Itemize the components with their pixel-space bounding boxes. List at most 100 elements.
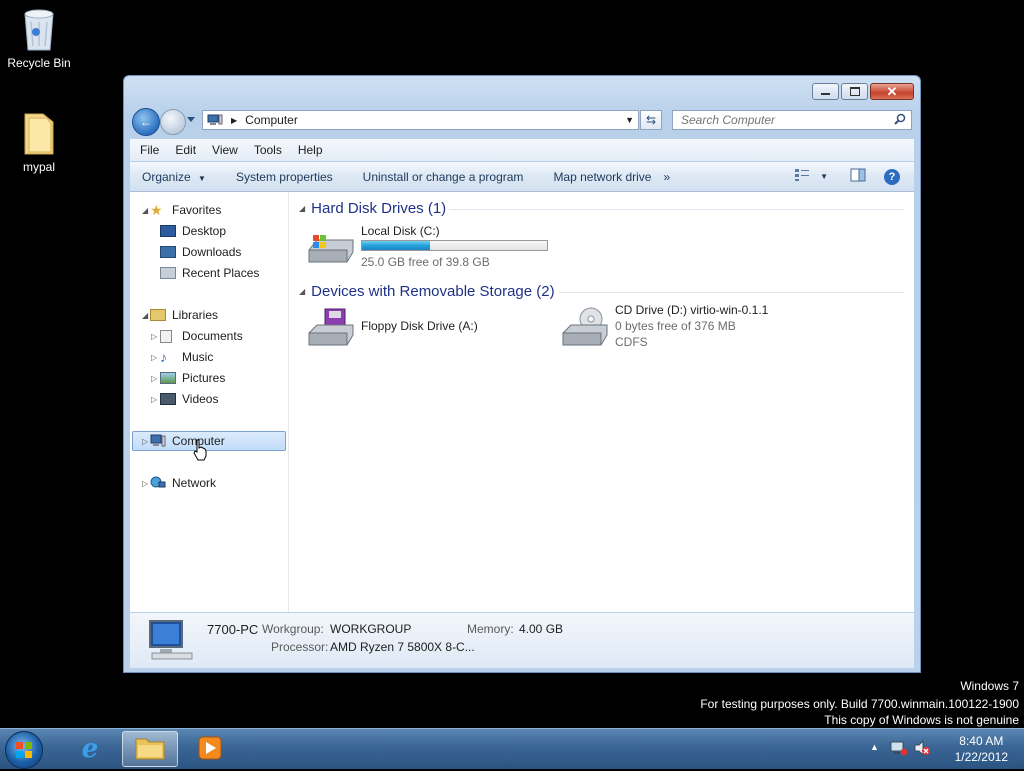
nav-documents[interactable]: Documents bbox=[160, 326, 243, 346]
expand-arrow-icon[interactable]: ▷ bbox=[151, 395, 157, 404]
menu-view[interactable]: View bbox=[212, 143, 238, 157]
volume-muted-icon[interactable] bbox=[913, 739, 931, 759]
expand-arrow-icon[interactable]: ▷ bbox=[151, 353, 157, 362]
expand-arrow-icon[interactable]: ▷ bbox=[151, 332, 157, 341]
expand-arrow-icon[interactable]: ▷ bbox=[151, 374, 157, 383]
memory-label: Memory: bbox=[467, 622, 514, 636]
desktop-icon-mypal[interactable]: mypal bbox=[0, 110, 79, 174]
computer-large-icon bbox=[148, 619, 194, 664]
taskbar-internet-explorer[interactable]: e bbox=[62, 731, 118, 767]
explorer-window: ✕ ← ▶ Computer ▼ ⇆ File Edit View bbox=[123, 75, 921, 673]
collapse-arrow-icon: ◢ bbox=[299, 287, 306, 296]
uninstall-program-button[interactable]: Uninstall or change a program bbox=[363, 170, 524, 184]
help-button[interactable]: ? bbox=[884, 168, 900, 185]
maximize-button[interactable] bbox=[841, 83, 868, 100]
nav-network[interactable]: Network bbox=[150, 473, 216, 493]
start-button[interactable] bbox=[5, 731, 43, 769]
watermark-line-1: Windows 7 bbox=[960, 679, 1019, 693]
videos-icon bbox=[160, 393, 176, 405]
computer-icon bbox=[207, 114, 223, 126]
nav-computer[interactable]: Computer bbox=[150, 431, 225, 451]
hard-drive-icon bbox=[307, 232, 355, 267]
breadcrumb-computer[interactable]: Computer bbox=[245, 113, 298, 127]
nav-pictures[interactable]: Pictures bbox=[160, 368, 225, 388]
desktop-icon-recycle-bin[interactable]: Recycle Bin bbox=[0, 8, 79, 70]
breadcrumb-separator-icon[interactable]: ▶ bbox=[231, 116, 237, 125]
desktop-icon-label: Recycle Bin bbox=[7, 56, 71, 70]
group-title: Hard Disk Drives (1) bbox=[311, 200, 447, 217]
search-input[interactable] bbox=[679, 112, 893, 128]
map-network-drive-button[interactable]: Map network drive bbox=[553, 170, 651, 184]
nav-label: Documents bbox=[182, 329, 243, 343]
star-icon: ★ bbox=[150, 202, 163, 218]
recent-places-icon bbox=[160, 267, 176, 279]
change-view-button[interactable]: ▼ bbox=[794, 168, 828, 185]
nav-videos[interactable]: Videos bbox=[160, 389, 218, 409]
libraries-icon bbox=[150, 309, 166, 321]
expand-arrow-icon[interactable]: ▷ bbox=[142, 479, 148, 488]
desktop-icon-label: mypal bbox=[22, 160, 55, 174]
menu-help[interactable]: Help bbox=[298, 143, 323, 157]
search-box[interactable] bbox=[672, 110, 912, 130]
main-pane: ◢ Hard Disk Drives (1) Local Disk (C:) 2… bbox=[289, 192, 914, 612]
drive-free-space: 0 bytes free of 376 MB bbox=[615, 319, 736, 333]
minimize-button[interactable] bbox=[812, 83, 839, 100]
search-icon[interactable] bbox=[894, 113, 906, 128]
recent-pages-dropdown[interactable] bbox=[187, 117, 195, 122]
drive-usage-fill bbox=[362, 241, 431, 250]
workgroup-label: Workgroup: bbox=[262, 622, 324, 636]
network-status-icon[interactable] bbox=[890, 740, 908, 759]
organize-label: Organize bbox=[142, 169, 191, 184]
refresh-icon: ⇆ bbox=[645, 113, 657, 127]
command-bar: Organize ▼ System properties Uninstall o… bbox=[130, 162, 914, 192]
refresh-button[interactable]: ⇆ bbox=[640, 110, 662, 130]
collapse-arrow-icon[interactable]: ◢ bbox=[142, 311, 148, 320]
nav-label: Desktop bbox=[182, 224, 227, 238]
system-clock[interactable]: 8:40 AM 1/22/2012 bbox=[955, 733, 1008, 765]
downloads-icon bbox=[160, 246, 176, 258]
drive-floppy[interactable]: Floppy Disk Drive (A:) bbox=[299, 307, 529, 357]
drive-usage-bar bbox=[361, 240, 548, 251]
back-button[interactable]: ← bbox=[132, 108, 160, 136]
nav-music[interactable]: ♪ Music bbox=[160, 347, 213, 367]
nav-desktop[interactable]: Desktop bbox=[160, 221, 226, 241]
group-divider bbox=[449, 209, 904, 210]
computer-icon bbox=[150, 434, 166, 448]
drive-name: CD Drive (D:) virtio-win-0.1.1 bbox=[615, 303, 769, 317]
nav-recent-places[interactable]: Recent Places bbox=[160, 263, 259, 283]
group-header-hard-disk[interactable]: ◢ Hard Disk Drives (1) bbox=[299, 200, 446, 217]
preview-pane-icon bbox=[850, 168, 866, 182]
windows-explorer-icon bbox=[134, 735, 166, 764]
collapse-arrow-icon: ◢ bbox=[299, 204, 306, 213]
nav-libraries[interactable]: Libraries bbox=[150, 305, 218, 325]
navigation-pane: ◢ ★ Favorites Desktop Downloads Recent P… bbox=[130, 192, 289, 612]
address-dropdown-icon[interactable]: ▼ bbox=[625, 115, 634, 125]
nav-label: Videos bbox=[182, 392, 219, 406]
taskbar-windows-explorer[interactable] bbox=[122, 731, 178, 767]
view-options-icon bbox=[794, 168, 810, 185]
system-properties-button[interactable]: System properties bbox=[236, 170, 333, 184]
collapse-arrow-icon[interactable]: ◢ bbox=[142, 206, 148, 215]
nav-label: Libraries bbox=[172, 308, 219, 322]
preview-pane-button[interactable] bbox=[850, 168, 866, 185]
processor-value: AMD Ryzen 7 5800X 8-C... bbox=[330, 640, 475, 654]
drive-local-disk[interactable]: Local Disk (C:) 25.0 GB free of 39.8 GB bbox=[299, 222, 549, 272]
menu-file[interactable]: File bbox=[140, 143, 159, 157]
organize-button[interactable]: Organize ▼ bbox=[142, 170, 206, 184]
taskbar-media-player[interactable] bbox=[182, 731, 238, 767]
show-hidden-icons-button[interactable]: ▲ bbox=[870, 742, 879, 752]
drive-free-space: 25.0 GB free of 39.8 GB bbox=[361, 255, 490, 269]
address-bar[interactable]: ▶ Computer ▼ bbox=[202, 110, 639, 130]
nav-favorites[interactable]: ★ Favorites bbox=[150, 200, 221, 220]
expand-arrow-icon[interactable]: ▷ bbox=[142, 437, 148, 446]
nav-downloads[interactable]: Downloads bbox=[160, 242, 241, 262]
close-icon: ✕ bbox=[886, 83, 898, 99]
forward-button[interactable] bbox=[160, 109, 186, 135]
group-header-removable[interactable]: ◢ Devices with Removable Storage (2) bbox=[299, 283, 555, 300]
menu-tools[interactable]: Tools bbox=[254, 143, 282, 157]
drive-cd[interactable]: CD Drive (D:) virtio-win-0.1.1 0 bytes f… bbox=[553, 303, 823, 357]
close-button[interactable]: ✕ bbox=[870, 83, 914, 100]
more-commands-button[interactable]: » bbox=[663, 170, 670, 184]
menu-edit[interactable]: Edit bbox=[175, 143, 196, 157]
clock-time: 8:40 AM bbox=[959, 734, 1004, 748]
